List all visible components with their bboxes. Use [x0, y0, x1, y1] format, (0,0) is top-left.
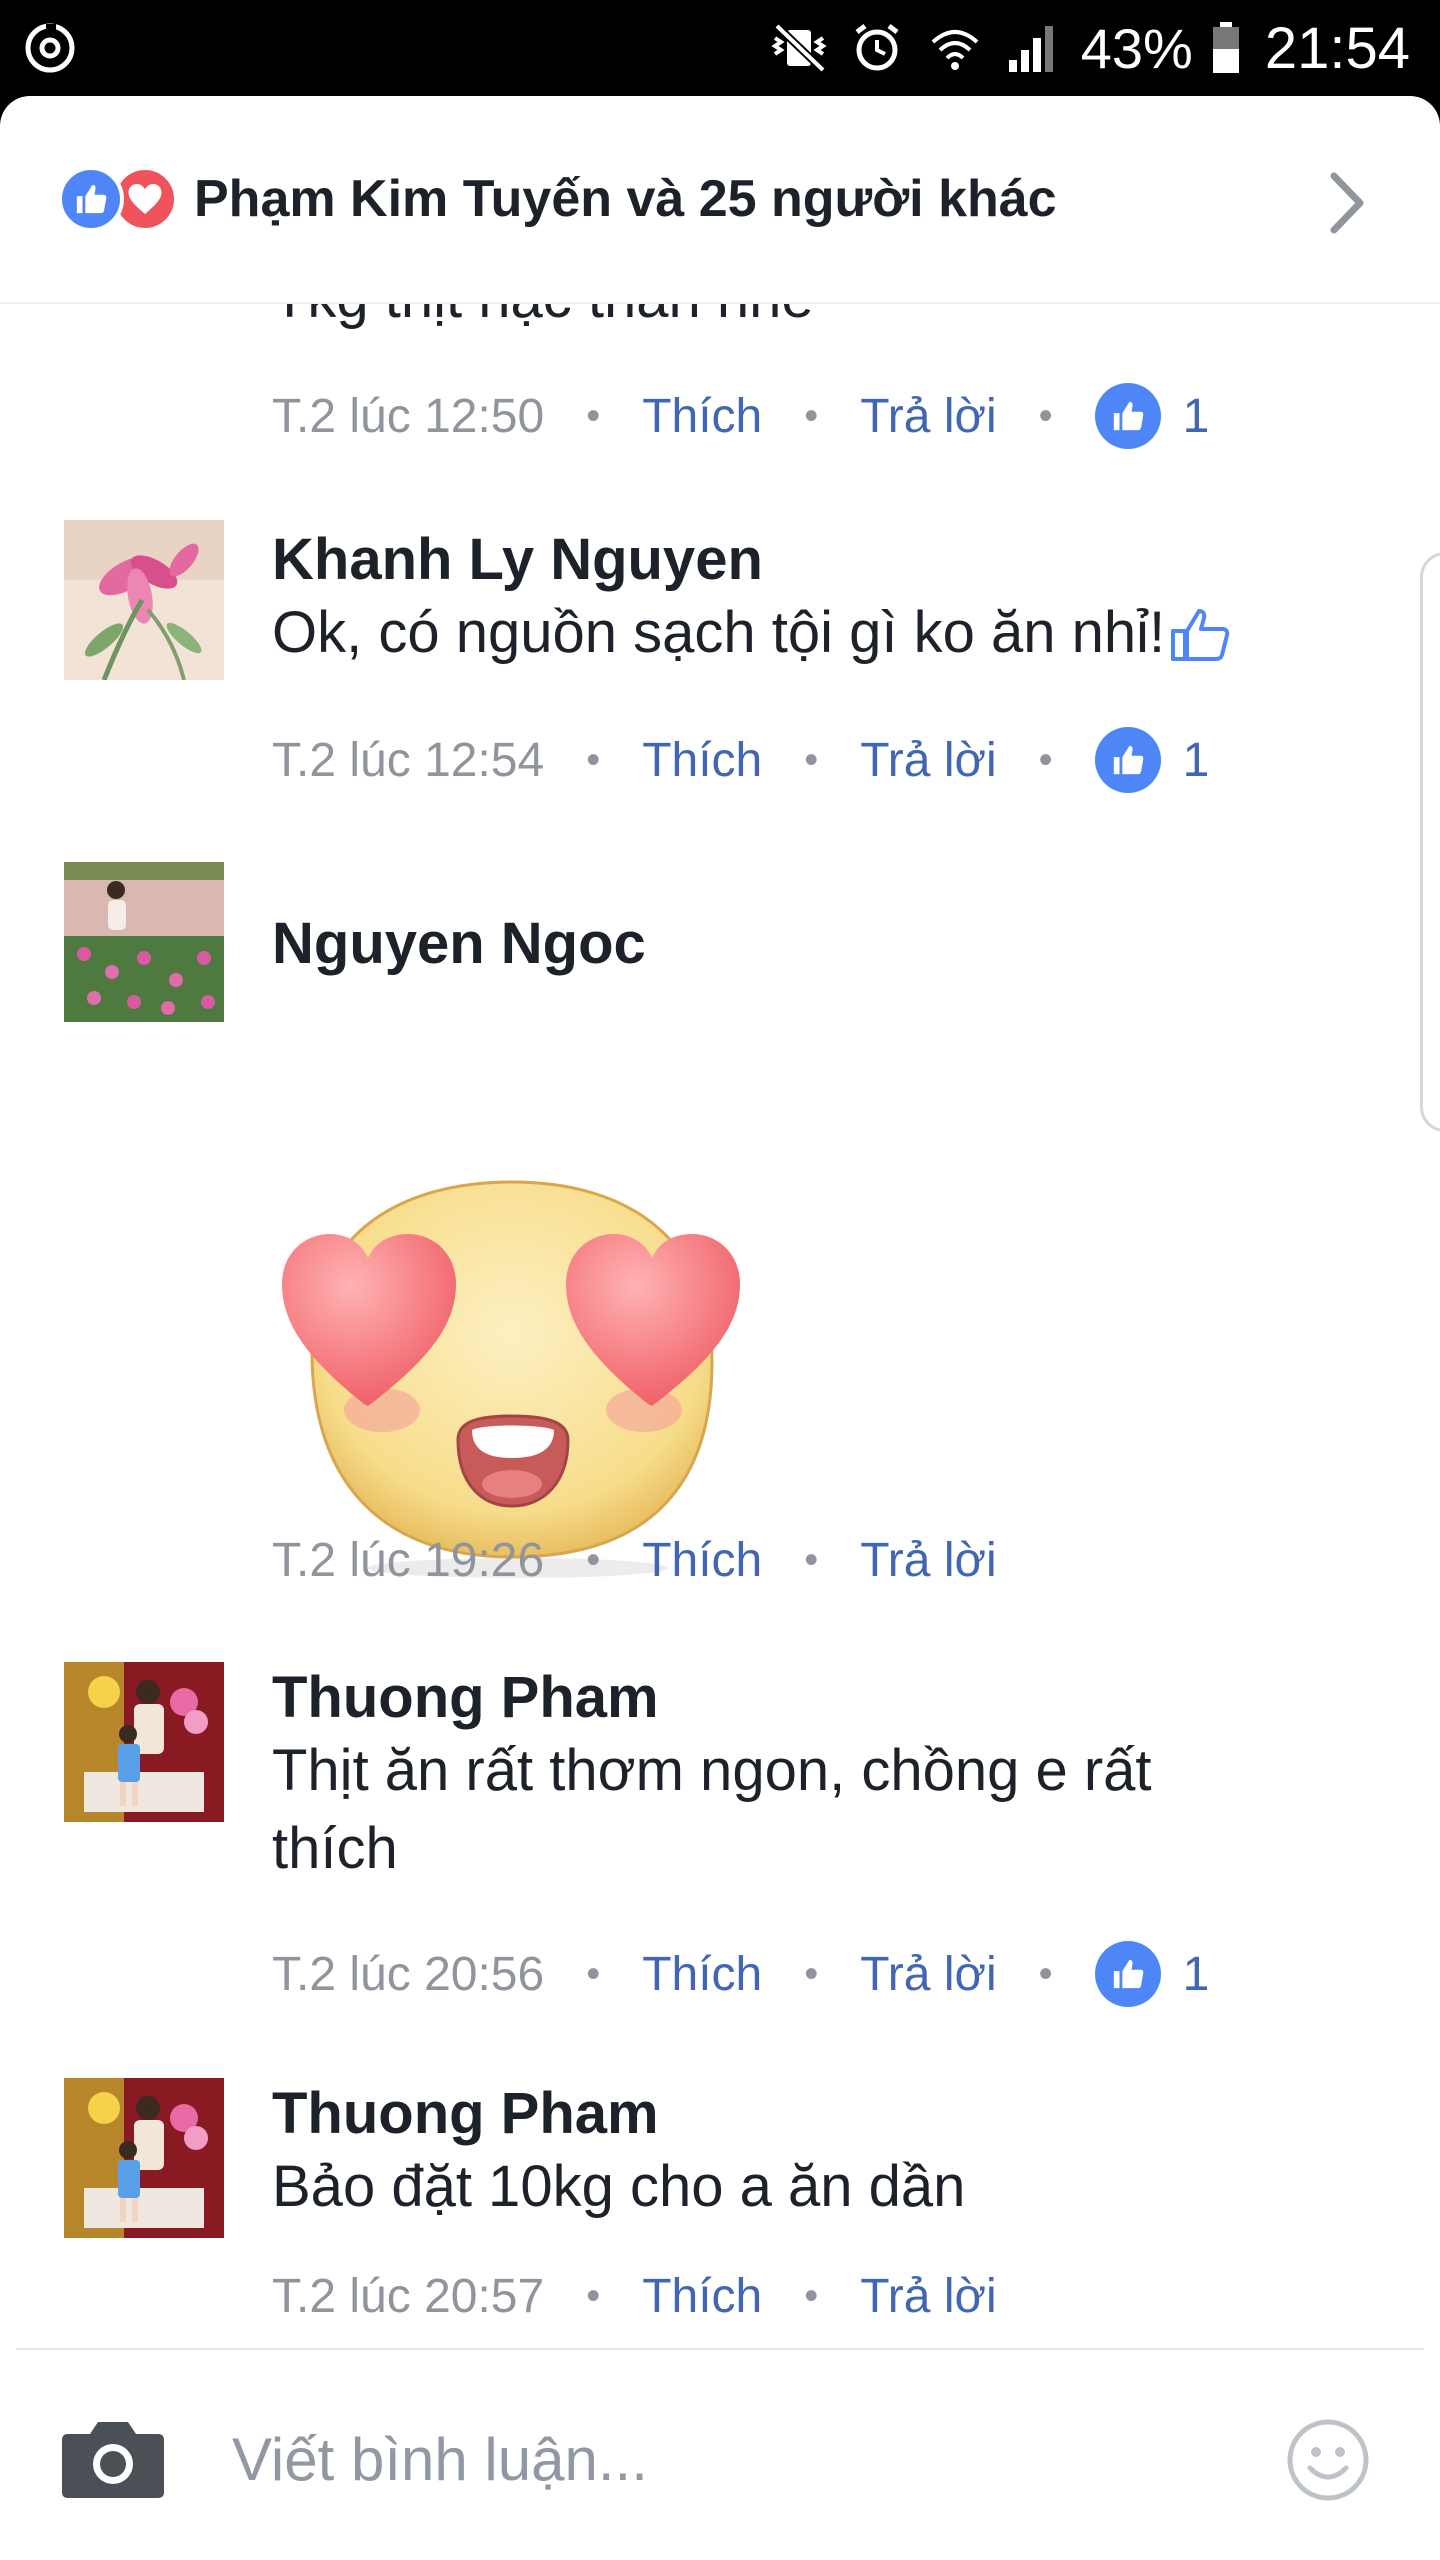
comment-meta: T.2 lúc 12:54 • Thích • Trả lời • 1	[272, 720, 1209, 800]
like-link[interactable]: Thích	[642, 389, 762, 444]
reply-link[interactable]: Trả lời	[860, 2269, 996, 2324]
signal-icon	[1008, 26, 1053, 72]
comment-text: thích	[272, 1816, 398, 1881]
comment-time: T.2 lúc 20:57	[272, 2269, 545, 2323]
comment-input[interactable]	[232, 2404, 1232, 2514]
like-count-icon	[1094, 1941, 1161, 2007]
sync-icon	[25, 23, 75, 73]
divider	[16, 2348, 1424, 2350]
scroll-indicator	[1420, 552, 1440, 1132]
reply-link[interactable]: Trả lời	[860, 1533, 996, 1588]
comment-meta: T.2 lúc 19:26 • Thích • Trả lời	[272, 1533, 997, 1588]
comment-author[interactable]: Thuong Pham	[272, 2080, 659, 2147]
comment-time: T.2 lúc 20:56	[272, 1947, 545, 2001]
like-count-icon	[1094, 727, 1161, 793]
like-count: 1	[1182, 1947, 1210, 2001]
comments-sheet: Phạm Kim Tuyến và 25 người khác Tkg thịt…	[0, 96, 1440, 2560]
comment-text: Thịt ăn rất thơm ngon, chồng e rất	[272, 1738, 1152, 1803]
comment-time: T.2 lúc 12:50	[272, 389, 545, 443]
comment-author[interactable]: Khanh Ly Nguyen	[272, 526, 763, 593]
like-link[interactable]: Thích	[642, 733, 762, 788]
reply-link[interactable]: Trả lời	[860, 733, 996, 788]
reply-link[interactable]: Trả lời	[860, 1947, 996, 2002]
comment-meta: T.2 lúc 20:57 • Thích • Trả lời	[272, 2269, 997, 2324]
status-bar: 43% 21:54	[0, 0, 1440, 96]
avatar[interactable]	[64, 862, 224, 1022]
wifi-icon	[931, 30, 979, 70]
comment-text: Bảo đặt 10kg cho a ăn dần	[272, 2154, 966, 2219]
comment-time: T.2 lúc 19:26	[272, 1533, 545, 1587]
heart-eyes-sticker[interactable]	[272, 1162, 762, 1582]
like-link[interactable]: Thích	[642, 2269, 762, 2324]
comment-time: T.2 lúc 12:54	[272, 733, 545, 787]
clock: 21:54	[1264, 15, 1410, 81]
comment-text: Tkg thịt nạc thăn nhé	[272, 304, 814, 331]
like-count-icon	[1094, 383, 1161, 449]
reactions-header[interactable]: Phạm Kim Tuyến và 25 người khác	[0, 96, 1440, 304]
comment-author[interactable]: Thuong Pham	[272, 1664, 659, 1731]
comment-list[interactable]: Tkg thịt nạc thăn nhé T.2 lúc 12:50 • Th…	[0, 304, 1440, 2348]
alarm-icon	[855, 24, 899, 71]
comment-text-row: Ok, có nguồn sạch tội gì ko ăn nhỉ!	[272, 594, 1233, 672]
comment-meta: T.2 lúc 12:50 • Thích • Trả lời • 1	[272, 376, 1209, 456]
like-count: 1	[1182, 389, 1210, 443]
camera-icon[interactable]	[60, 2416, 166, 2500]
battery-icon	[1212, 22, 1239, 73]
avatar[interactable]	[64, 2078, 224, 2238]
like-count: 1	[1182, 733, 1210, 787]
comment-meta: T.2 lúc 20:56 • Thích • Trả lời • 1	[272, 1934, 1209, 2014]
comment-composer	[0, 2348, 1440, 2560]
comment-text: Ok, có nguồn sạch tội gì ko ăn nhỉ!	[272, 600, 1166, 665]
mute-vibrate-icon	[771, 23, 827, 73]
reply-link[interactable]: Trả lời	[860, 389, 996, 444]
status-icons: 43% 21:54	[769, 12, 1410, 84]
thumbs-up-emoji-icon	[1171, 609, 1230, 661]
avatar[interactable]	[64, 1662, 224, 1822]
like-icon	[58, 166, 124, 232]
reactions-summary: Phạm Kim Tuyến và 25 người khác	[194, 170, 1057, 228]
chevron-right-icon[interactable]	[1322, 168, 1372, 238]
battery-percentage: 43%	[1080, 16, 1193, 80]
like-link[interactable]: Thích	[642, 1947, 762, 2002]
avatar[interactable]	[64, 520, 224, 680]
like-link[interactable]: Thích	[642, 1533, 762, 1588]
comment-author[interactable]: Nguyen Ngoc	[272, 910, 646, 977]
emoji-icon[interactable]	[1286, 2418, 1370, 2502]
